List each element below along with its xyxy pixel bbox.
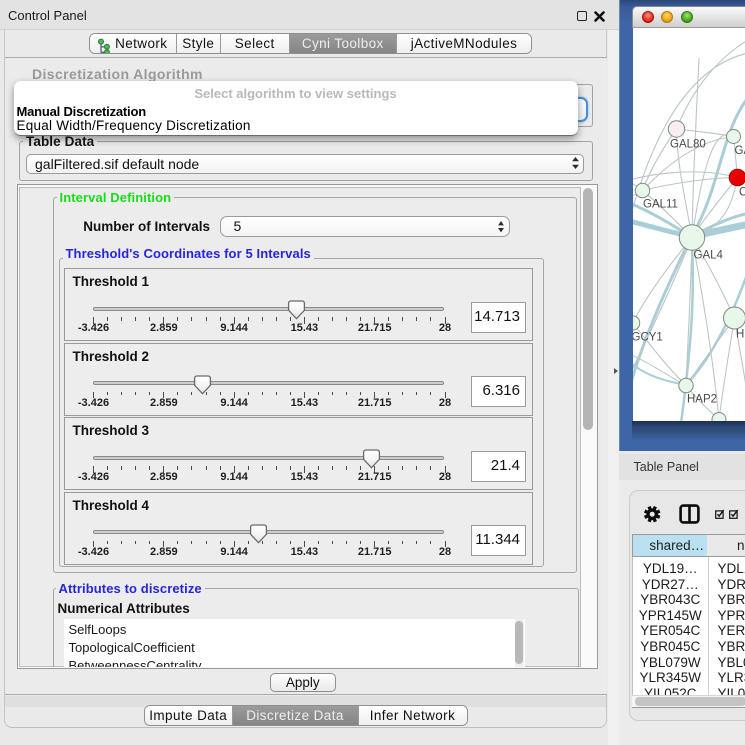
svg-text:C: C bbox=[739, 187, 745, 199]
svg-text:HAP2: HAP2 bbox=[687, 394, 717, 406]
svg-text:GAL4: GAL4 bbox=[693, 250, 723, 262]
svg-text:GAL11: GAL11 bbox=[643, 199, 678, 211]
svg-text:GA: GA bbox=[734, 145, 745, 157]
svg-text:GCY1: GCY1 bbox=[633, 332, 663, 344]
svg-text:GAL80: GAL80 bbox=[670, 139, 706, 151]
svg-text:H: H bbox=[736, 329, 744, 341]
